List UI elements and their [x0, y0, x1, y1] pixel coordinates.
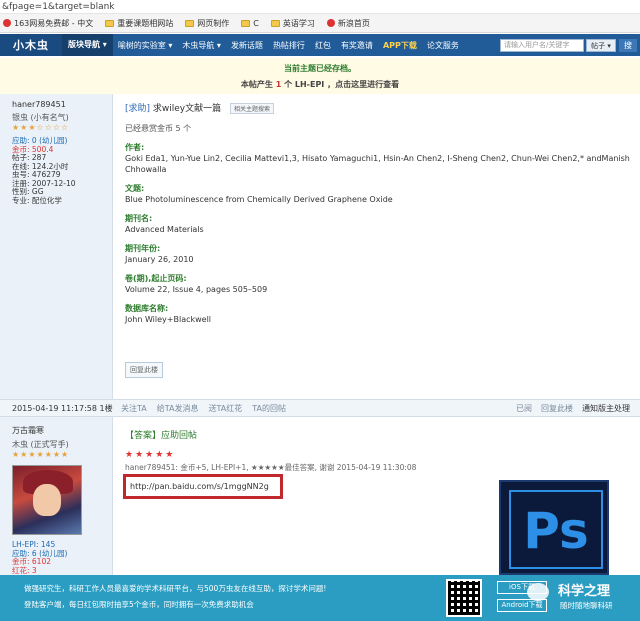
post-floor-1: haner789451 银虫 (小有名气) ★★★☆☆☆☆ 应助: 0 (幼儿园… [0, 94, 640, 399]
folder-icon [270, 19, 280, 27]
user-stat: 红花: 3 [12, 565, 37, 575]
footer-action[interactable]: 送TA红花 [209, 403, 243, 414]
username[interactable]: haner789451 [12, 100, 100, 109]
download-link[interactable]: http://pan.baidu.com/s/1mggNN2g [123, 474, 283, 499]
watermark-brand: 科学之理 [558, 584, 611, 599]
notice-line-1: 当前主题已经存档。 [284, 64, 356, 73]
favorite-label: 英语学习 [282, 18, 315, 28]
wechat-icon [527, 583, 549, 601]
user-rank: 银虫 (小有名气) [12, 113, 69, 122]
folder-icon [241, 19, 251, 27]
field-value: John Wiley+Blackwell [125, 315, 212, 324]
nav-paper-service[interactable]: 论文服务 [422, 40, 464, 51]
search-button[interactable]: 搜 [619, 39, 637, 52]
post-content: [求助] 求wiley文献一篇 相关主题搜索 已经悬赏金币 5 个 作者: Gok… [113, 94, 640, 399]
reward-text: 已经悬赏金币 5 个 [125, 124, 192, 133]
reply-button[interactable]: 回复此楼 [125, 362, 163, 378]
field-value: Goki Eda1, Yun-Yue Lin2, Cecilia Mattevi… [125, 154, 630, 174]
android-download-button[interactable]: Android下载 [497, 599, 547, 612]
favorite-item[interactable]: 163网易免费邮 - 中文 [0, 18, 96, 29]
app-promo-banner: 做强研究生，科研工作人员最喜爱的学术科研平台，与500万虫友在线互助，探讨学术问… [0, 575, 640, 621]
footer-action[interactable]: 已阅 [516, 403, 532, 414]
notice-line-2[interactable]: 本帖产生 1 个 LH-EPI ，点击这里进行查看 [0, 79, 640, 90]
post-title-text: 求wiley文献一篇 [152, 104, 222, 114]
footer-action[interactable]: 回复此楼 [541, 403, 573, 414]
favorite-label: 163网易免费邮 - 中文 [14, 18, 94, 28]
post-date: 2015-04-19 11:17:58 1楼 [12, 403, 113, 413]
field-label: 数据库名称: [125, 304, 169, 313]
field-label: 作者: [125, 143, 145, 152]
notice-text: 本帖产生 [240, 80, 276, 89]
folder-icon [185, 19, 195, 27]
search-scope-select[interactable]: 帖子 ▾ [586, 39, 616, 52]
search-input[interactable]: 请输入用户名/关键字 [500, 39, 584, 52]
footer-action[interactable]: 给TA发消息 [157, 403, 199, 414]
user-sidebar: 万古霜寒 木虫 (正式写手) ★★★★★★★ LH-EPI: 145 应助: 6 … [0, 417, 113, 575]
favorite-item[interactable]: 网页制作 [182, 18, 232, 29]
watermark-slogan: 随时随地聊科研 [560, 601, 613, 610]
avatar[interactable] [12, 465, 82, 535]
rating-log: haner789451: 金币+5, LH-EPI+1, ★★★★★最佳答案, … [125, 463, 417, 472]
user-sidebar: haner789451 银虫 (小有名气) ★★★☆☆☆☆ 应助: 0 (幼儿园… [0, 94, 113, 399]
site-logo[interactable]: 小木虫 [0, 34, 62, 56]
post-content: 【答案】应助回帖 ★★★★★ haner789451: 金币+5, LH-EPI… [113, 417, 640, 575]
field-label: 期刊名: [125, 214, 153, 223]
favorite-item[interactable]: 重要课题相网站 [102, 18, 176, 29]
answer-title: 【答案】应助回帖 [125, 431, 198, 441]
nav-item[interactable]: 红包 [310, 40, 336, 51]
nav-board-navigation[interactable]: 版块导航 ▾ [62, 34, 113, 56]
url-bar[interactable]: &fpage=1&target=blank [0, 0, 640, 14]
field-label: 卷(期),起止页码: [125, 274, 187, 283]
nav-item[interactable]: 有奖邀请 [336, 40, 378, 51]
field-label: 文题: [125, 184, 145, 193]
rating-stars: ★★★★★ [125, 450, 176, 460]
favorite-item[interactable]: C [238, 19, 262, 28]
notice-link[interactable]: 个 LH-EPI ，点击这里进行查看 [281, 80, 399, 89]
nav-item[interactable]: 喻树的实验室 ▾ [113, 40, 178, 51]
archive-notice: 当前主题已经存档。 本帖产生 1 个 LH-EPI ，点击这里进行查看 [0, 58, 640, 94]
field-value: Advanced Materials [125, 225, 204, 234]
user-stars: ★★★☆☆☆☆ [12, 123, 70, 132]
field-value: January 26, 2010 [125, 255, 194, 264]
favorite-label: 重要课题相网站 [117, 18, 174, 28]
favorite-item[interactable]: 新浪首页 [324, 18, 373, 29]
footer-action[interactable]: TA的回帖 [252, 403, 286, 414]
site-nav: 小木虫 版块导航 ▾ 喻树的实验室 ▾ 木虫导航 ▾ 发新话题 热帖排行 红包 有奖邀请 … [0, 34, 640, 56]
user-stat: 专业: 配位化学 [12, 195, 62, 205]
nav-app-download[interactable]: APP下载 [378, 40, 422, 51]
favorite-label: 网页制作 [197, 18, 230, 28]
favorite-label: C [253, 18, 259, 28]
user-stars: ★★★★★★★ [12, 450, 70, 459]
username[interactable]: 万古霜寒 [12, 425, 100, 436]
nav-item[interactable]: 木虫导航 ▾ [177, 40, 226, 51]
footer-action[interactable]: 关注TA [121, 403, 147, 414]
sina-icon [326, 19, 335, 27]
netease-icon [3, 19, 11, 27]
banner-line-2: 登陆客户端，每日红包限时抽享5个金币，同时拥有一次免费求助机会 [24, 600, 254, 609]
qr-code [446, 579, 482, 617]
favorite-label: 新浪首页 [337, 18, 370, 28]
field-value: Blue Photoluminescence from Chemically D… [125, 195, 393, 204]
favorite-item[interactable]: 英语学习 [268, 18, 318, 29]
post-footer: 2015-04-19 11:17:58 1楼 关注TA 给TA发消息 送TA红花 TA… [0, 399, 640, 417]
favorites-bar: 163网易免费邮 - 中文 重要课题相网站 网页制作 C 英语学习 新浪首页 [0, 14, 640, 33]
field-value: Volume 22, Issue 4, pages 505–509 [125, 285, 268, 294]
photoshop-image: Ps [499, 480, 609, 575]
folder-icon [105, 19, 115, 27]
banner-line-1: 做强研究生，科研工作人员最喜爱的学术科研平台，与500万虫友在线互助，探讨学术问… [24, 584, 327, 593]
ps-logo-text: Ps [509, 490, 603, 569]
footer-action[interactable]: 通知版主处理 [582, 403, 630, 414]
post-tag: [求助] [125, 104, 151, 114]
post-title: [求助] 求wiley文献一篇 相关主题搜索 [125, 101, 275, 114]
nav-item[interactable]: 热帖排行 [268, 40, 310, 51]
post-floor-2: 万古霜寒 木虫 (正式写手) ★★★★★★★ LH-EPI: 145 应助: 6 … [0, 417, 640, 575]
field-label: 期刊年份: [125, 244, 161, 253]
nav-item[interactable]: 发新话题 [226, 40, 268, 51]
similar-search-button[interactable]: 相关主题搜索 [230, 103, 275, 114]
user-rank: 木虫 (正式写手) [12, 440, 69, 449]
